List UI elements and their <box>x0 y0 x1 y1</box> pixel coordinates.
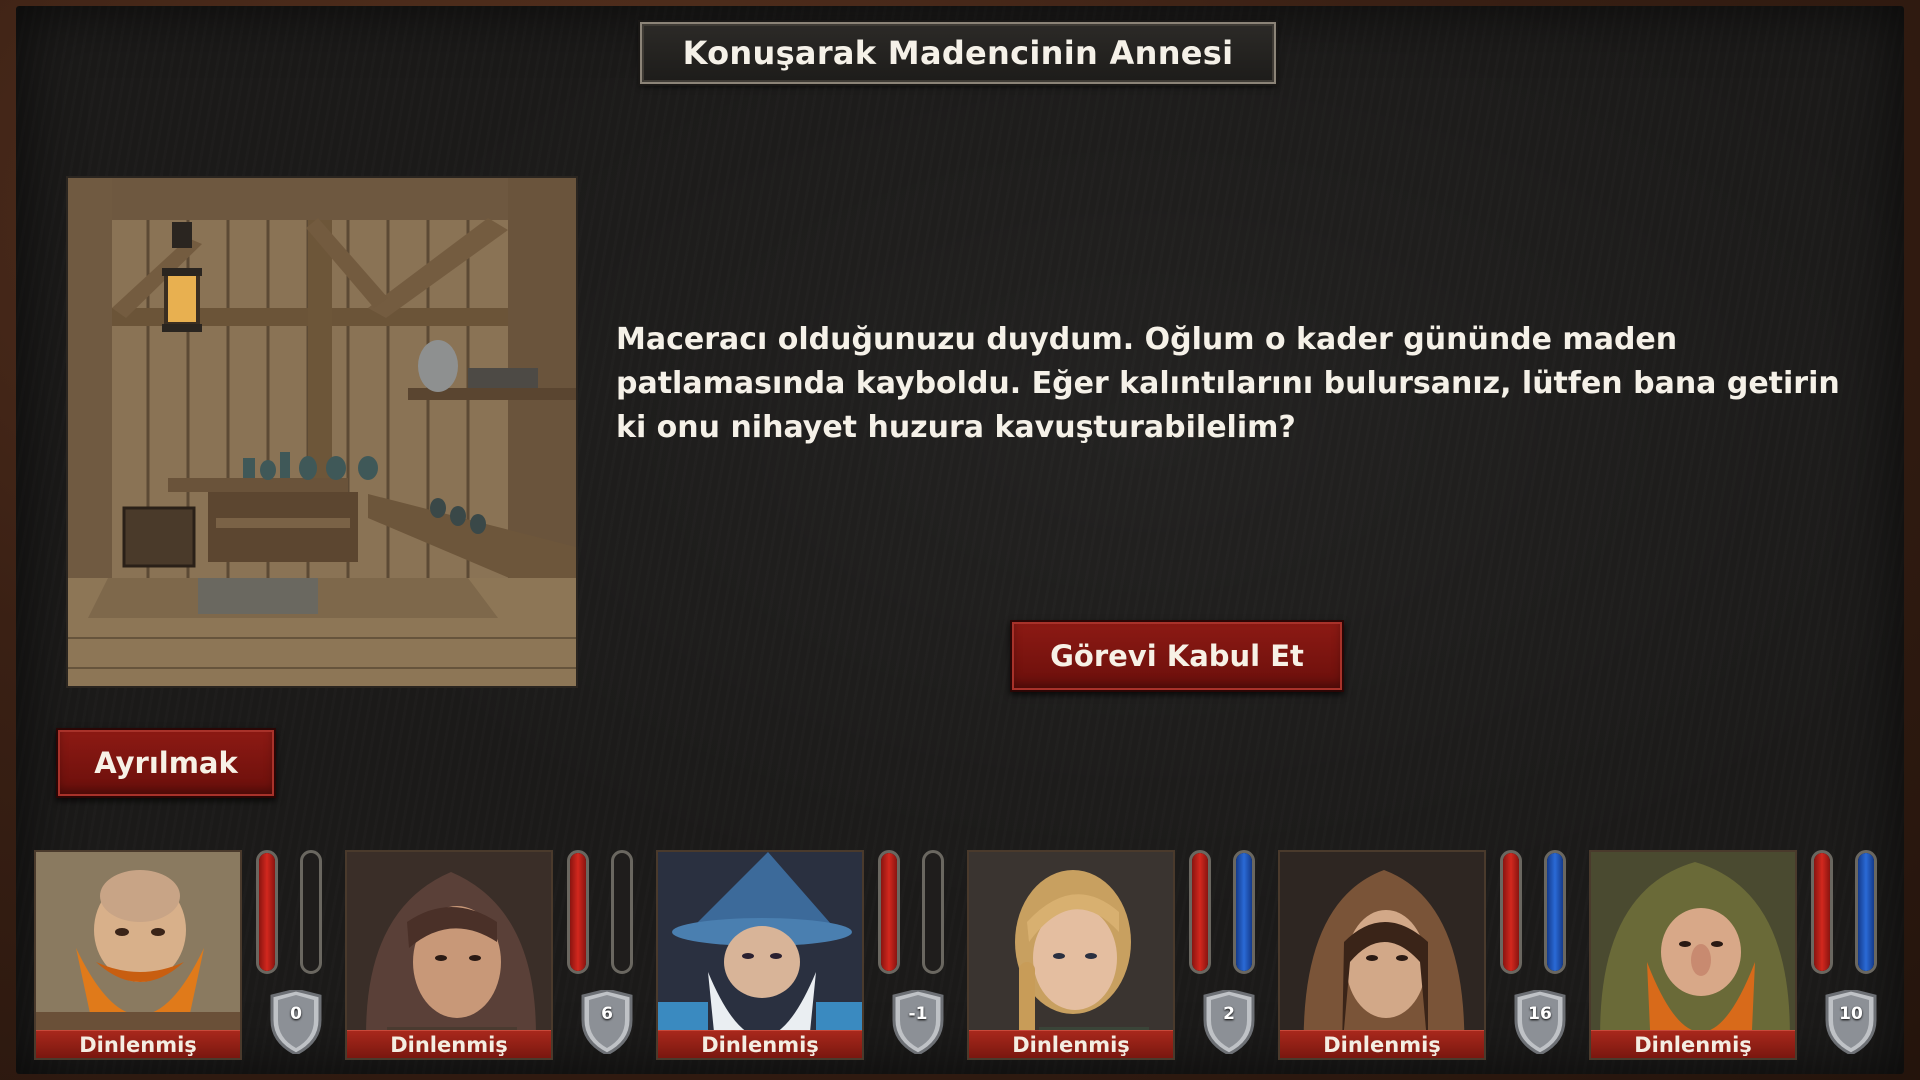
armor-shield-icon: 0 <box>268 988 324 1056</box>
event-title: Konuşarak Madencinin Annesi <box>682 34 1234 72</box>
party-bar: Dinlenmiş 0 Dinlenmiş 6 Dinlenmiş -1 Din… <box>34 850 1894 1060</box>
armor-value: 0 <box>290 1004 302 1024</box>
party-member-5[interactable]: Dinlenmiş 16 <box>1278 850 1578 1060</box>
health-bar <box>567 850 589 974</box>
health-bar <box>1500 850 1522 974</box>
party-member-6[interactable]: Dinlenmiş 10 <box>1589 850 1889 1060</box>
party-member-4[interactable]: Dinlenmiş 2 <box>967 850 1267 1060</box>
health-bar <box>1189 850 1211 974</box>
mana-bar <box>922 850 944 974</box>
hooded-woman-portrait[interactable]: Dinlenmiş <box>1278 850 1486 1060</box>
accept-quest-button[interactable]: Görevi Kabul Et <box>1010 620 1344 692</box>
member-status: Dinlenmiş <box>36 1030 240 1058</box>
scene-illustration <box>66 176 578 688</box>
quest-dialogue-text: Maceracı olduğunuzu duydum. Oğlum o kade… <box>616 322 1840 445</box>
wizard-portrait[interactable]: Dinlenmiş <box>656 850 864 1060</box>
wooden-room-image <box>68 178 576 686</box>
mana-bar <box>611 850 633 974</box>
health-bar <box>878 850 900 974</box>
armor-value: 2 <box>1223 1004 1235 1024</box>
party-member-2[interactable]: Dinlenmiş 6 <box>345 850 645 1060</box>
armor-shield-icon: 10 <box>1823 988 1879 1056</box>
member-status: Dinlenmiş <box>1280 1030 1484 1058</box>
armor-value: 16 <box>1528 1004 1552 1024</box>
mana-bar <box>300 850 322 974</box>
armor-shield-icon: 6 <box>579 988 635 1056</box>
mana-bar <box>1544 850 1566 974</box>
member-status: Dinlenmiş <box>1591 1030 1795 1058</box>
armor-shield-icon: 2 <box>1201 988 1257 1056</box>
armor-value: -1 <box>908 1004 928 1024</box>
member-status: Dinlenmiş <box>969 1030 1173 1058</box>
event-title-box: Konuşarak Madencinin Annesi <box>638 20 1278 86</box>
armor-value: 10 <box>1839 1004 1863 1024</box>
party-member-3[interactable]: Dinlenmiş -1 <box>656 850 956 1060</box>
health-bar <box>256 850 278 974</box>
dwarf-portrait[interactable]: Dinlenmiş <box>34 850 242 1060</box>
dwarf-hooded-portrait[interactable]: Dinlenmiş <box>1589 850 1797 1060</box>
mana-bar <box>1233 850 1255 974</box>
party-member-1[interactable]: Dinlenmiş 0 <box>34 850 334 1060</box>
blonde-woman-portrait[interactable]: Dinlenmiş <box>967 850 1175 1060</box>
armor-shield-icon: 16 <box>1512 988 1568 1056</box>
health-bar <box>1811 850 1833 974</box>
hooded-man-portrait[interactable]: Dinlenmiş <box>345 850 553 1060</box>
armor-shield-icon: -1 <box>890 988 946 1056</box>
leave-button[interactable]: Ayrılmak <box>56 728 276 798</box>
armor-value: 6 <box>601 1004 613 1024</box>
member-status: Dinlenmiş <box>347 1030 551 1058</box>
mana-bar <box>1855 850 1877 974</box>
member-status: Dinlenmiş <box>658 1030 862 1058</box>
